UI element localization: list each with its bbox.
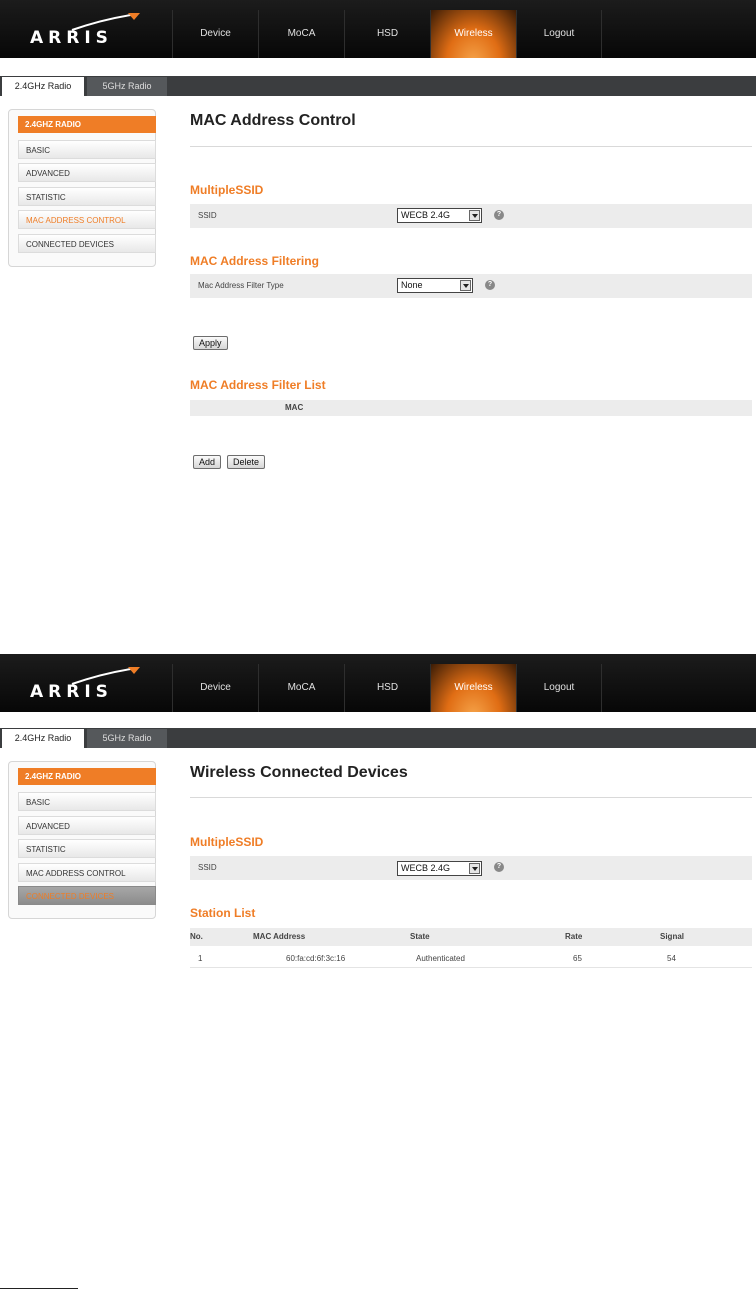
tab-2-4ghz-radio[interactable]: 2.4GHz Radio xyxy=(2,77,84,96)
chevron-down-icon xyxy=(469,210,480,221)
filter-type-row: Mac Address Filter Type None ? xyxy=(190,274,752,298)
radio-tabs: 2.4GHz Radio 5GHz Radio xyxy=(0,76,756,96)
mac-column-header: MAC xyxy=(285,403,304,412)
help-icon[interactable]: ? xyxy=(494,862,504,872)
page-title: Wireless Connected Devices xyxy=(190,764,408,781)
main-nav: Device MoCA HSD Wireless Logout xyxy=(172,664,602,712)
mac-table-header: MAC xyxy=(190,400,752,416)
tab-2-4ghz-radio[interactable]: 2.4GHz Radio xyxy=(2,729,84,748)
arris-logo: ARRIS xyxy=(30,12,140,48)
chevron-down-icon xyxy=(460,280,471,291)
ssid-row: SSID WECB 2.4G ? xyxy=(190,204,752,228)
add-button[interactable]: Add xyxy=(193,455,222,469)
page-title: MAC Address Control xyxy=(190,112,356,129)
title-divider xyxy=(190,797,752,798)
nav-logout[interactable]: Logout xyxy=(516,664,602,712)
nav-moca[interactable]: MoCA xyxy=(258,10,344,58)
station-list-title: Station List xyxy=(190,906,256,920)
header: ARRIS Device MoCA HSD Wireless Logout xyxy=(0,0,756,58)
ssid-select[interactable]: WECB 2.4G xyxy=(397,861,482,876)
table-row: 1 60:fa:cd:6f:3c:16 Authenticated 65 54 xyxy=(190,948,752,968)
col-state: State xyxy=(410,932,430,941)
nav-device[interactable]: Device xyxy=(172,664,258,712)
ssid-label: SSID xyxy=(198,211,217,220)
sidebar-item-advanced[interactable]: ADVANCED xyxy=(18,163,156,182)
title-divider xyxy=(190,146,752,147)
help-icon[interactable]: ? xyxy=(494,210,504,220)
sidebar: 2.4GHZ RADIO BASIC ADVANCED STATISTIC MA… xyxy=(8,109,156,267)
sidebar-item-basic[interactable]: BASIC xyxy=(18,140,156,159)
multiple-ssid-title: MultipleSSID xyxy=(190,183,264,197)
ssid-select[interactable]: WECB 2.4G xyxy=(397,208,482,223)
nav-moca[interactable]: MoCA xyxy=(258,664,344,712)
col-rate: Rate xyxy=(565,932,583,941)
mac-filtering-title: MAC Address Filtering xyxy=(190,254,319,268)
nav-hsd[interactable]: HSD xyxy=(344,664,430,712)
delete-button[interactable]: Delete xyxy=(227,455,266,469)
ssid-label: SSID xyxy=(198,863,217,872)
screen-mac-address-control: ARRIS Device MoCA HSD Wireless Logout 2.… xyxy=(0,0,756,520)
col-mac-address: MAC Address xyxy=(253,932,306,941)
filter-type-label: Mac Address Filter Type xyxy=(198,281,284,290)
mac-filter-list-title: MAC Address Filter List xyxy=(190,378,326,392)
nav-wireless[interactable]: Wireless xyxy=(430,664,516,712)
sidebar-item-mac-address-control[interactable]: MAC ADDRESS CONTROL xyxy=(18,210,156,229)
ssid-row: SSID WECB 2.4G ? xyxy=(190,856,752,880)
sidebar-item-statistic[interactable]: STATISTIC xyxy=(18,187,156,206)
station-table-header: No. MAC Address State Rate Signal xyxy=(190,928,752,946)
nav-logout[interactable]: Logout xyxy=(516,10,602,58)
nav-hsd[interactable]: HSD xyxy=(344,10,430,58)
screen-wireless-connected-devices: ARRIS Device MoCA HSD Wireless Logout 2.… xyxy=(0,654,756,984)
radio-tabs: 2.4GHz Radio 5GHz Radio xyxy=(0,728,756,748)
col-signal: Signal xyxy=(660,932,685,941)
footnote-divider xyxy=(0,1288,78,1289)
cell-rate: 65 xyxy=(573,954,582,963)
tab-5ghz-radio[interactable]: 5GHz Radio xyxy=(87,77,167,96)
col-no: No. xyxy=(190,932,203,941)
cell-state: Authenticated xyxy=(416,954,465,963)
arris-logo: ARRIS xyxy=(30,666,140,702)
sidebar: 2.4GHZ RADIO BASIC ADVANCED STATISTIC MA… xyxy=(8,761,156,919)
cell-mac-address: 60:fa:cd:6f:3c:16 xyxy=(286,954,346,963)
ssid-select-value: WECB 2.4G xyxy=(401,863,451,873)
cell-no: 1 xyxy=(198,954,203,963)
nav-device[interactable]: Device xyxy=(172,10,258,58)
logo-text: ARRIS xyxy=(30,682,113,702)
main-nav: Device MoCA HSD Wireless Logout xyxy=(172,10,602,58)
sidebar-header: 2.4GHZ RADIO xyxy=(18,116,156,133)
filter-type-select-value: None xyxy=(401,280,423,290)
tab-5ghz-radio[interactable]: 5GHz Radio xyxy=(87,729,167,748)
apply-button[interactable]: Apply xyxy=(193,336,228,350)
sidebar-item-basic[interactable]: BASIC xyxy=(18,792,156,811)
help-icon[interactable]: ? xyxy=(485,280,495,290)
sidebar-item-mac-address-control[interactable]: MAC ADDRESS CONTROL xyxy=(18,863,156,882)
sidebar-header: 2.4GHZ RADIO xyxy=(18,768,156,785)
sidebar-item-statistic[interactable]: STATISTIC xyxy=(18,839,156,858)
multiple-ssid-title: MultipleSSID xyxy=(190,835,264,849)
filter-type-select[interactable]: None xyxy=(397,278,473,293)
chevron-down-icon xyxy=(469,863,480,874)
sidebar-item-connected-devices[interactable]: CONNECTED DEVICES xyxy=(18,886,156,905)
nav-wireless[interactable]: Wireless xyxy=(430,10,516,58)
sidebar-item-connected-devices[interactable]: CONNECTED DEVICES xyxy=(18,234,156,253)
logo-text: ARRIS xyxy=(30,28,113,48)
sidebar-item-advanced[interactable]: ADVANCED xyxy=(18,816,156,835)
cell-signal: 54 xyxy=(667,954,676,963)
header: ARRIS Device MoCA HSD Wireless Logout xyxy=(0,654,756,712)
ssid-select-value: WECB 2.4G xyxy=(401,210,451,220)
